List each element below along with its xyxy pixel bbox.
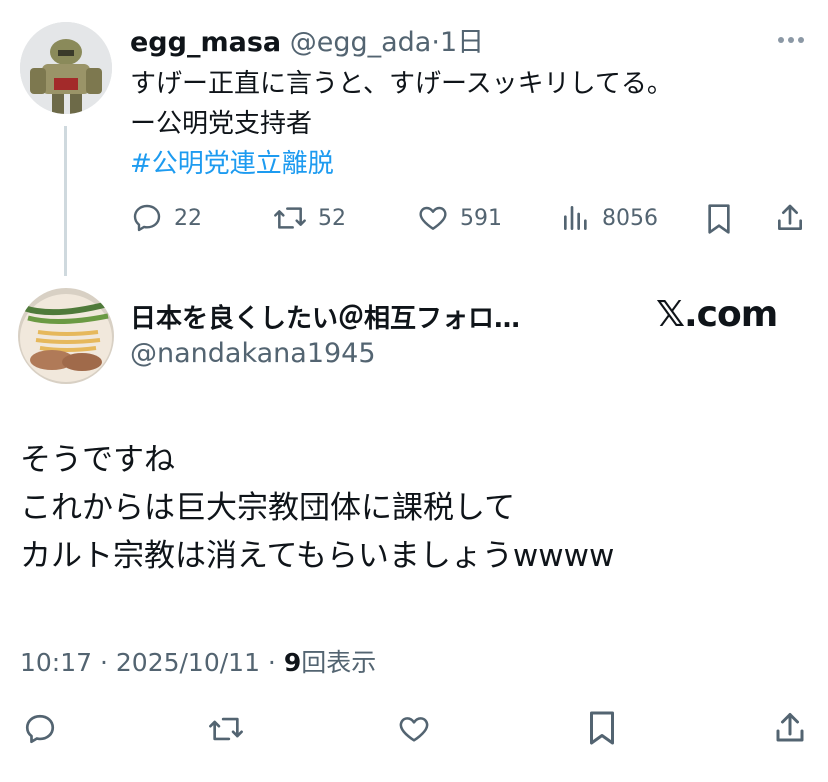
parent-avatar[interactable] <box>20 22 112 114</box>
reply-count: 22 <box>174 205 202 231</box>
like-count: 591 <box>460 205 502 231</box>
meta-separator: · <box>259 648 284 677</box>
parent-author-name[interactable]: egg_masa <box>130 27 281 58</box>
bookmark-icon[interactable] <box>587 710 617 750</box>
parent-separator: · <box>431 27 440 58</box>
main-text: そうですね これからは巨大宗教団体に課税して カルト宗教は消えてもらいましょうw… <box>20 436 614 580</box>
parent-text: すげー正直に言うと、すげースッキリしてる。 ー公明党支持者 #公明党連立離脱 <box>130 64 673 184</box>
heart-icon[interactable] <box>396 712 432 750</box>
parent-text-line: すげー正直に言うと、すげースッキリしてる。 <box>130 69 673 99</box>
meta-separator: · <box>92 648 116 677</box>
retweet-icon <box>274 207 306 229</box>
robot-figure-image <box>20 22 112 114</box>
parent-handle[interactable]: @egg_ada <box>290 27 432 58</box>
reply-icon <box>133 204 161 232</box>
main-author-name[interactable]: 日本を良くしたい＠相互フォロ… <box>130 298 520 335</box>
retweet-action[interactable]: 52 <box>272 202 346 234</box>
views-action[interactable]: 8056 <box>560 202 658 234</box>
main-text-line: カルト宗教は消えてもらいましょうwwww <box>20 538 615 574</box>
views-label: 回表示 <box>301 648 377 677</box>
retweet-icon[interactable] <box>206 712 246 750</box>
reply-action[interactable]: 22 <box>130 202 202 234</box>
main-text-line: そうですね <box>20 442 175 478</box>
tweet-meta: 10:17 · 2025/10/11 · 9回表示 <box>20 643 376 679</box>
bookmark-icon[interactable] <box>705 203 733 239</box>
tweet-time[interactable]: 10:17 <box>20 648 92 677</box>
more-dots-icon[interactable] <box>776 30 806 49</box>
view-count: 8056 <box>602 205 658 231</box>
ramen-image <box>18 288 114 384</box>
parent-text-line: ー公明党支持者 <box>130 109 313 139</box>
retweet-count: 52 <box>318 205 346 231</box>
heart-icon <box>419 206 447 230</box>
hashtag-link[interactable]: #公明党連立離脱 <box>130 144 673 184</box>
share-icon[interactable] <box>772 710 808 750</box>
main-avatar[interactable] <box>18 288 114 384</box>
x-brand-logo: 𝕏.com <box>656 294 778 335</box>
main-text-line: これからは巨大宗教団体に課税して <box>20 490 516 526</box>
thread-connector-line <box>64 126 67 276</box>
share-icon[interactable] <box>774 202 806 238</box>
like-action[interactable]: 591 <box>416 202 502 234</box>
parent-header: egg_masa @egg_ada·1日 <box>130 20 484 59</box>
main-handle[interactable]: @nandakana1945 <box>130 338 376 369</box>
reply-icon[interactable] <box>22 712 58 750</box>
parent-time[interactable]: 1日 <box>440 27 484 58</box>
views-count: 9 <box>283 648 302 677</box>
tweet-date[interactable]: 2025/10/11 <box>116 648 260 677</box>
analytics-bars-icon <box>564 206 587 230</box>
